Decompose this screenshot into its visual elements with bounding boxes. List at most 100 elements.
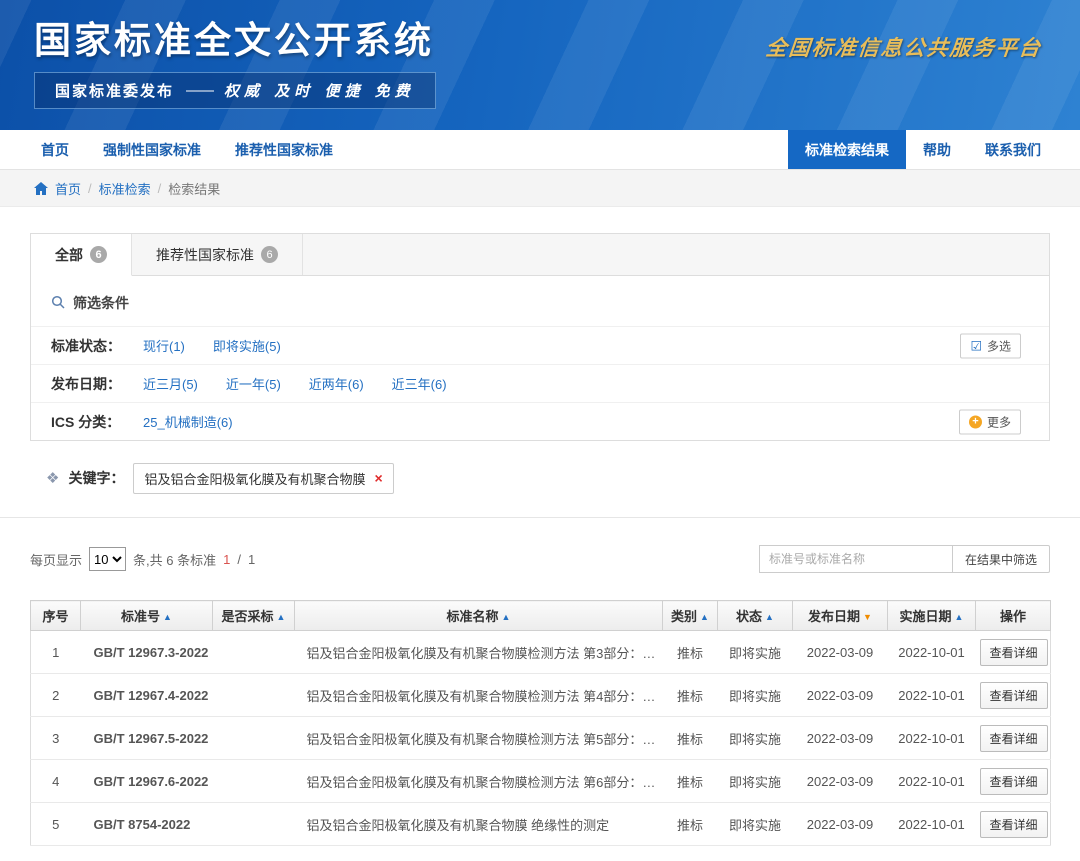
breadcrumb: 首页 / 标准检索 / 检索结果 — [0, 170, 1080, 207]
multi-select-label: 多选 — [987, 337, 1011, 354]
nav-item-recommended-standards[interactable]: 推荐性国家标准 — [218, 130, 350, 169]
category-cell: 推标 — [663, 631, 718, 674]
breadcrumb-standard-search[interactable]: 标准检索 — [99, 179, 151, 198]
status-cell: 即将实施 — [718, 674, 793, 717]
more-button[interactable]: + 更多 — [959, 409, 1021, 434]
nav-right: 标准检索结果 帮助 联系我们 — [788, 130, 1058, 169]
standard-code-link[interactable]: GB/T 8754-2022 — [81, 803, 213, 846]
row-index: 2 — [31, 674, 81, 717]
standard-name: 铝及铝合金阳极氧化膜及有机聚合物膜检测方法 第3部分：盐... — [295, 631, 663, 674]
col-header-implement-date[interactable]: 实施日期▲ — [888, 601, 976, 631]
plus-circle-icon: + — [969, 415, 982, 428]
tab-all[interactable]: 全部 6 — [31, 234, 132, 276]
filter-option-upcoming[interactable]: 即将实施(5) — [213, 336, 281, 355]
actions-cell: 查看详细 — [976, 717, 1051, 760]
table-row: 1 GB/T 12967.3-2022 铝及铝合金阳极氧化膜及有机聚合物膜检测方… — [31, 631, 1051, 674]
filter-option-3-years[interactable]: 近三年(6) — [392, 374, 447, 393]
publish-date-cell: 2022-03-09 — [793, 717, 888, 760]
status-cell: 即将实施 — [718, 760, 793, 803]
filter-options-ics: 25_机械制造(6) — [143, 412, 233, 431]
nav-item-home[interactable]: 首页 — [24, 130, 86, 169]
standard-code-link[interactable]: GB/T 12967.6-2022 — [81, 760, 213, 803]
filter-option-1-year[interactable]: 近一年(5) — [226, 374, 281, 393]
nav-item-contact[interactable]: 联系我们 — [968, 130, 1058, 169]
filter-row-ics-category: ICS 分类： 25_机械制造(6) + 更多 — [31, 402, 1049, 440]
view-detail-button[interactable]: 查看详细 — [980, 811, 1048, 838]
result-tabs: 全部 6 推荐性国家标准 6 — [31, 234, 1049, 276]
status-cell: 即将实施 — [718, 803, 793, 846]
filter-label-publish-date: 发布日期： — [51, 374, 143, 394]
col-header-publish-date[interactable]: 发布日期▼ — [793, 601, 888, 631]
multi-select-button[interactable]: ☑ 多选 — [960, 333, 1021, 358]
pagination-summary: 每页显示 10 条,共 6 条标准 1 / 1 — [30, 547, 255, 571]
table-row: 5 GB/T 8754-2022 铝及铝合金阳极氧化膜及有机聚合物膜 绝缘性的测… — [31, 803, 1051, 846]
sort-asc-icon: ▲ — [277, 612, 286, 622]
table-row: 4 GB/T 12967.6-2022 铝及铝合金阳极氧化膜及有机聚合物膜检测方… — [31, 760, 1051, 803]
publisher-text: 国家标准委发布 — [55, 80, 174, 101]
adopted-cell — [213, 760, 295, 803]
tab-recommended-standards[interactable]: 推荐性国家标准 6 — [132, 234, 303, 275]
filter-options-status: 现行(1) 即将实施(5) — [143, 336, 281, 355]
adopted-cell — [213, 717, 295, 760]
sort-asc-icon: ▲ — [765, 612, 774, 622]
site-title: 国家标准全文公开系统 — [34, 10, 434, 64]
adopted-cell — [213, 803, 295, 846]
results-search: 在结果中筛选 — [759, 545, 1050, 573]
standard-code-link[interactable]: GB/T 12967.5-2022 — [81, 717, 213, 760]
filter-in-results-button[interactable]: 在结果中筛选 — [952, 545, 1050, 573]
table-row: 3 GB/T 12967.5-2022 铝及铝合金阳极氧化膜及有机聚合物膜检测方… — [31, 717, 1051, 760]
col-header-adopted[interactable]: 是否采标▲ — [213, 601, 295, 631]
per-page-label: 每页显示 — [30, 550, 82, 569]
remove-keyword-icon[interactable]: × — [374, 471, 382, 485]
col-header-category[interactable]: 类别▲ — [663, 601, 718, 631]
dash-decoration: —— — [186, 82, 212, 99]
view-detail-button[interactable]: 查看详细 — [980, 768, 1048, 795]
adopted-cell — [213, 674, 295, 717]
breadcrumb-current: 检索结果 — [168, 179, 220, 198]
view-detail-button[interactable]: 查看详细 — [980, 725, 1048, 752]
nav-left: 首页 强制性国家标准 推荐性国家标准 — [24, 130, 350, 169]
breadcrumb-separator: / — [88, 181, 92, 196]
filter-options-publish-date: 近三月(5) 近一年(5) 近两年(6) 近三年(6) — [143, 374, 447, 393]
nav-item-help[interactable]: 帮助 — [906, 130, 968, 169]
nav-item-mandatory-standards[interactable]: 强制性国家标准 — [86, 130, 218, 169]
category-cell: 推标 — [663, 674, 718, 717]
site-header: 国家标准全文公开系统 全国标准信息公共服务平台 国家标准委发布 —— 权威 及时… — [0, 0, 1080, 130]
sort-asc-icon: ▲ — [502, 612, 511, 622]
platform-logo-text: 全国标准信息公共服务平台 — [764, 32, 1043, 62]
filter-panel: 全部 6 推荐性国家标准 6 筛选条件 标准状态： 现行(1) 即将实施(5) … — [30, 233, 1050, 441]
per-page-select[interactable]: 10 — [89, 547, 126, 571]
breadcrumb-home[interactable]: 首页 — [55, 179, 81, 198]
filter-option-current[interactable]: 现行(1) — [143, 336, 185, 355]
main-nav: 首页 强制性国家标准 推荐性国家标准 标准检索结果 帮助 联系我们 — [0, 130, 1080, 170]
filter-option-machinery[interactable]: 25_机械制造(6) — [143, 412, 233, 431]
tab-recommended-count-badge: 6 — [261, 246, 278, 263]
filter-option-2-years[interactable]: 近两年(6) — [309, 374, 364, 393]
col-header-actions: 操作 — [976, 601, 1051, 631]
view-detail-button[interactable]: 查看详细 — [980, 682, 1048, 709]
nav-item-search-results[interactable]: 标准检索结果 — [788, 130, 906, 169]
result-search-input[interactable] — [759, 545, 953, 573]
filter-option-3-months[interactable]: 近三月(5) — [143, 374, 198, 393]
checkbox-icon: ☑ — [970, 339, 982, 352]
sort-asc-icon: ▲ — [700, 612, 709, 622]
standard-name: 铝及铝合金阳极氧化膜及有机聚合物膜检测方法 第6部分：色... — [295, 760, 663, 803]
publish-date-cell: 2022-03-09 — [793, 803, 888, 846]
keyword-tag: 铝及铝合金阳极氧化膜及有机聚合物膜 × — [133, 463, 393, 494]
page-separator: / — [237, 552, 241, 567]
filter-row-publish-date: 发布日期： 近三月(5) 近一年(5) 近两年(6) 近三年(6) — [31, 364, 1049, 402]
slogan-text: 权威 及时 便捷 免费 — [224, 80, 415, 101]
view-detail-button[interactable]: 查看详细 — [980, 639, 1048, 666]
standard-code-link[interactable]: GB/T 12967.4-2022 — [81, 674, 213, 717]
status-cell: 即将实施 — [718, 631, 793, 674]
actions-cell: 查看详细 — [976, 803, 1051, 846]
implement-date-cell: 2022-10-01 — [888, 803, 976, 846]
col-header-name[interactable]: 标准名称▲ — [295, 601, 663, 631]
actions-cell: 查看详细 — [976, 760, 1051, 803]
col-header-code[interactable]: 标准号▲ — [81, 601, 213, 631]
magnifier-icon — [51, 295, 65, 312]
col-header-status[interactable]: 状态▲ — [718, 601, 793, 631]
standard-code-link[interactable]: GB/T 12967.3-2022 — [81, 631, 213, 674]
keyword-icon: ❖ — [46, 469, 59, 487]
current-page: 1 — [223, 552, 230, 567]
